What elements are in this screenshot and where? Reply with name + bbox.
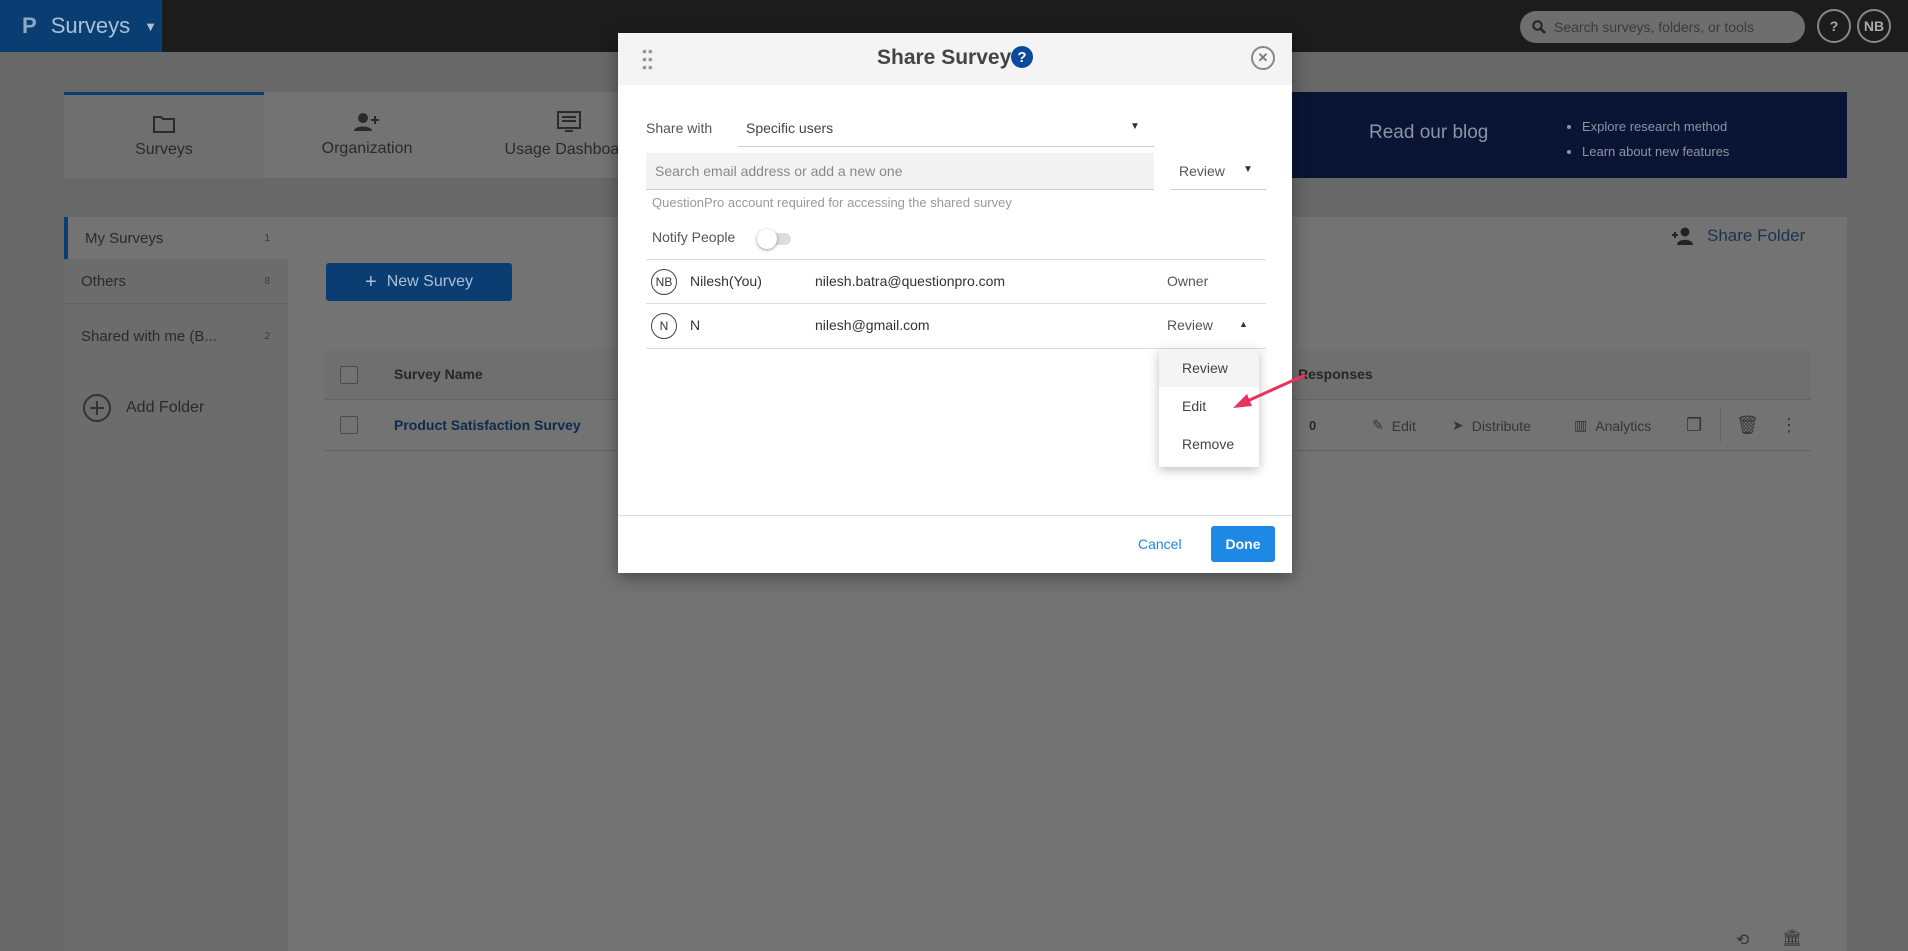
caret-down-icon: ▼ — [1130, 121, 1140, 132]
user-name: Nilesh(You) — [690, 273, 762, 289]
global-search[interactable]: Search surveys, folders, or tools — [1520, 11, 1805, 43]
pencil-icon: ✎ — [1372, 417, 1384, 434]
blog-bullet: Learn about new features — [1582, 139, 1729, 164]
sidebar: My Surveys 1 Others 8 Shared with me (B...… — [64, 217, 288, 951]
blog-bullet: Explore research method — [1582, 114, 1729, 139]
count: 2 — [264, 331, 270, 342]
search-icon — [1532, 20, 1546, 34]
logo: P — [22, 13, 37, 39]
done-button[interactable]: Done — [1211, 526, 1275, 562]
column-survey-name[interactable]: Survey Name — [394, 366, 483, 382]
user-role: Owner — [1167, 273, 1208, 289]
bank-icon[interactable]: 🏛 — [1782, 928, 1802, 948]
tab-label: Surveys — [135, 141, 193, 159]
label: Share Folder — [1707, 226, 1805, 246]
count: 1 — [264, 233, 270, 244]
label: New Survey — [387, 273, 473, 291]
tab-organization[interactable]: Organization — [267, 92, 467, 178]
close-icon[interactable]: ✕ — [1251, 46, 1275, 70]
send-icon: ➤ — [1452, 417, 1464, 434]
app-switcher[interactable]: P Surveys ▼ — [0, 0, 162, 52]
notify-label: Notify People — [652, 229, 735, 245]
placeholder: Search email address or add a new one — [655, 163, 902, 179]
selected-value: Review — [1167, 317, 1213, 333]
dashboard-icon — [557, 111, 581, 133]
user-role-select[interactable]: Review ▲ — [1164, 310, 1259, 342]
survey-name-link[interactable]: Product Satisfaction Survey — [394, 417, 581, 433]
label: Analytics — [1595, 418, 1651, 434]
share-folder-button[interactable]: Share Folder — [1671, 226, 1805, 246]
app-name: Surveys — [51, 13, 130, 39]
folder-icon — [153, 115, 175, 133]
dialog-header: •••••• Share Survey ? ✕ — [618, 33, 1292, 85]
sidebar-item-others[interactable]: Others 8 — [64, 259, 288, 304]
add-user-icon — [1671, 227, 1695, 245]
copy-icon[interactable]: ❐ — [1686, 400, 1702, 451]
sidebar-item-shared[interactable]: Shared with me (B... 2 — [64, 304, 288, 369]
tab-label: Usage Dashboard — [505, 141, 634, 159]
chart-icon: ▥ — [1574, 417, 1587, 434]
user-avatar: N — [651, 313, 677, 339]
label: Edit — [1392, 418, 1416, 434]
add-user-icon — [354, 112, 380, 132]
notify-toggle[interactable] — [759, 233, 791, 245]
email-search-input[interactable]: Search email address or add a new one — [646, 153, 1154, 190]
more-icon[interactable]: ⋮ — [1780, 400, 1798, 451]
footer-divider — [618, 515, 1292, 516]
help-icon[interactable]: ? — [1011, 46, 1033, 68]
responses-count: 0 — [1309, 418, 1316, 433]
label: Shared with me (B... — [81, 328, 217, 345]
dialog-title: Share Survey — [877, 46, 1011, 70]
drag-handle-icon[interactable]: •••••• — [642, 47, 656, 71]
new-survey-button[interactable]: + New Survey — [326, 263, 512, 301]
refresh-icon[interactable]: ⟲ — [1736, 930, 1749, 950]
user-row: N N nilesh@gmail.com Review ▲ — [646, 304, 1266, 349]
help-button[interactable]: ? — [1817, 9, 1851, 43]
select-all-checkbox[interactable] — [340, 366, 358, 384]
share-with-label: Share with — [646, 120, 712, 136]
edit-action[interactable]: ✎ Edit — [1372, 400, 1416, 451]
user-avatar: NB — [651, 269, 677, 295]
caret-down-icon: ▼ — [144, 19, 157, 34]
annotation-arrow-icon — [1225, 370, 1310, 415]
plus-circle-icon — [82, 393, 112, 423]
label: Others — [81, 273, 126, 290]
default-role-select[interactable]: Review ▼ — [1171, 153, 1266, 190]
analytics-action[interactable]: ▥ Analytics — [1574, 400, 1651, 451]
tab-label: Organization — [322, 140, 413, 158]
label: Add Folder — [126, 399, 204, 417]
trash-icon[interactable]: 🗑 — [1736, 400, 1759, 451]
role-option-remove[interactable]: Remove — [1159, 425, 1259, 463]
share-with-select[interactable]: Specific users ▼ — [738, 111, 1154, 147]
plus-icon: + — [365, 271, 377, 294]
user-row: NB Nilesh(You) nilesh.batra@questionpro.… — [646, 259, 1266, 304]
distribute-action[interactable]: ➤ Distribute — [1452, 400, 1531, 451]
divider — [1720, 408, 1721, 442]
row-checkbox[interactable] — [340, 416, 358, 434]
blog-title: Read our blog — [1369, 122, 1488, 144]
cancel-button[interactable]: Cancel — [1138, 536, 1182, 552]
sidebar-item-my-surveys[interactable]: My Surveys 1 — [64, 217, 288, 259]
search-placeholder: Search surveys, folders, or tools — [1554, 19, 1754, 35]
selected-value: Review — [1179, 163, 1225, 179]
user-name: N — [690, 317, 700, 333]
account-note: QuestionPro account required for accessi… — [652, 195, 1012, 210]
user-email: nilesh.batra@questionpro.com — [815, 273, 1005, 289]
caret-down-icon: ▼ — [1243, 164, 1253, 175]
selected-value: Specific users — [746, 120, 833, 136]
share-survey-dialog: •••••• Share Survey ? ✕ Share with Speci… — [618, 33, 1292, 573]
caret-up-icon: ▲ — [1239, 319, 1248, 329]
blog-banner[interactable]: Read our blog Explore research methodLea… — [1265, 92, 1847, 178]
user-email: nilesh@gmail.com — [815, 317, 930, 333]
user-avatar[interactable]: NB — [1857, 9, 1891, 43]
label: Distribute — [1472, 418, 1531, 434]
count: 8 — [264, 276, 270, 287]
label: My Surveys — [85, 230, 163, 247]
add-folder-button[interactable]: Add Folder — [64, 377, 288, 439]
tab-surveys[interactable]: Surveys — [64, 92, 264, 178]
